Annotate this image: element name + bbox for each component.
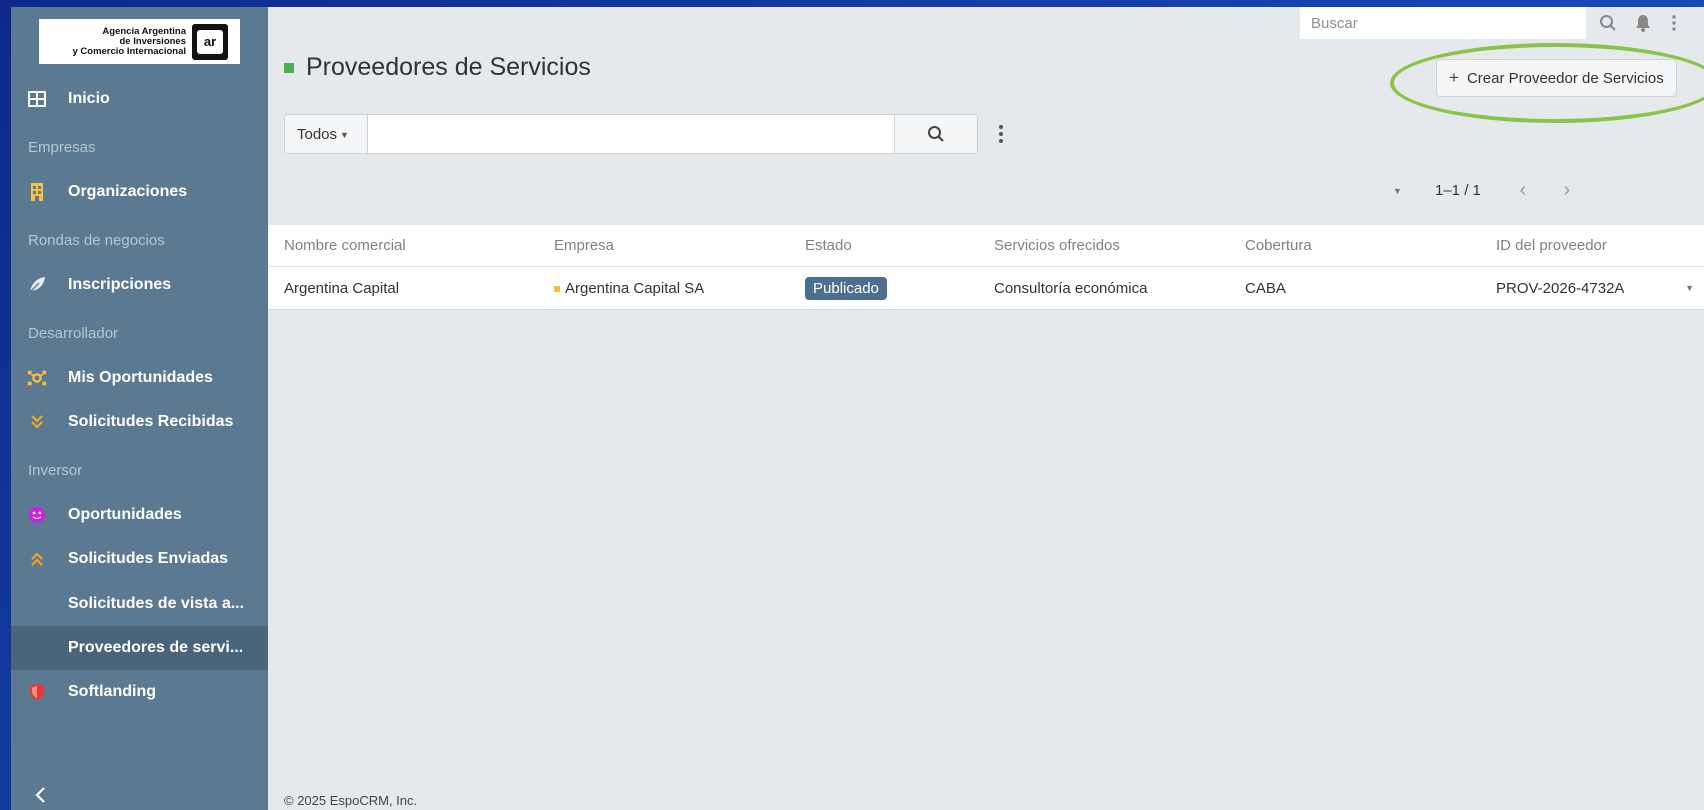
main-content: Buscar Proveedores de Servicios + Crear … (268, 7, 1704, 810)
sidebar-item-label: Softlanding (68, 683, 156, 700)
column-header[interactable]: Empresa (554, 237, 614, 254)
sidebar-item-softlanding[interactable]: Softlanding (11, 670, 268, 714)
prev-page-icon[interactable]: ‹ (1501, 179, 1545, 202)
filter-search-button[interactable] (894, 115, 977, 153)
sidebar-item-oportunidades[interactable]: Oportunidades (11, 493, 268, 537)
agency-logo[interactable]: Agencia Argentina de Inversiones y Comer… (39, 19, 240, 64)
status-badge: Publicado (805, 276, 887, 300)
sidebar-item-solicitudes-vista[interactable]: Solicitudes de vista a... (11, 582, 268, 626)
next-page-icon[interactable]: › (1545, 179, 1589, 202)
building-icon (27, 182, 47, 202)
sidebar-item-solicitudes-enviadas[interactable]: Solicitudes Enviadas (11, 537, 268, 581)
sidebar-item-label: Organizaciones (68, 183, 188, 200)
filter-bar: Todos ▼ (284, 114, 978, 154)
filter-select[interactable]: Todos ▼ (285, 115, 368, 153)
title-marker (284, 62, 294, 73)
providers-table: Nombre comercial Empresa Estado Servicio… (268, 225, 1704, 310)
app-window: Agencia Argentina de Inversiones y Comer… (11, 7, 1704, 810)
provider-id-cell: PROV-2026-4732A (1496, 279, 1625, 297)
leaf-icon (27, 275, 47, 295)
footer-copyright: © 2025 EspoCRM, Inc. (284, 793, 418, 808)
page-title: Proveedores de Servicios (284, 53, 591, 82)
shield-icon (27, 682, 47, 702)
column-header[interactable]: Cobertura (1245, 237, 1312, 254)
filter-search-input[interactable] (368, 115, 894, 153)
sidebar-item-label: Mis Oportunidades (68, 369, 213, 386)
caret-down-icon[interactable]: ▼ (1393, 186, 1415, 196)
column-header[interactable]: Nombre comercial (284, 237, 406, 254)
services-cell: Consultoría económica (994, 279, 1148, 297)
double-chevron-down-icon (27, 412, 47, 432)
section-desarrollador: Desarrollador (28, 325, 119, 342)
bell-icon[interactable] (1631, 11, 1655, 35)
sidebar-item-organizaciones[interactable]: Organizaciones (11, 170, 268, 214)
section-rondas: Rondas de negocios (28, 232, 165, 249)
create-provider-button[interactable]: + Crear Proveedor de Servicios (1436, 59, 1677, 97)
sidebar-item-label: Inicio (68, 90, 110, 107)
grid-icon (27, 89, 47, 109)
section-empresas: Empresas (28, 139, 96, 156)
filter-options-kebab-icon[interactable] (995, 123, 1007, 145)
emoji-icon (27, 505, 47, 525)
double-chevron-up-icon (27, 549, 47, 569)
sidebar-item-inscripciones[interactable]: Inscripciones (11, 263, 268, 307)
search-icon[interactable] (1596, 11, 1620, 35)
sidebar-item-label: Oportunidades (68, 506, 182, 523)
logo-mark: ar (192, 23, 228, 60)
global-search-input[interactable]: Buscar (1300, 7, 1586, 39)
chevron-left-icon (35, 787, 45, 803)
provider-name-link[interactable]: Argentina Capital (284, 280, 399, 297)
pagination: ▼ 1–1 / 1 ‹ › (1393, 179, 1589, 202)
table-header: Nombre comercial Empresa Estado Servicio… (268, 225, 1704, 267)
company-color-icon (554, 285, 560, 292)
sidebar-item-inicio[interactable]: Inicio (11, 77, 268, 121)
sidebar-item-label: Solicitudes Enviadas (68, 550, 229, 567)
pagination-text: 1–1 / 1 (1435, 182, 1481, 199)
sidebar-item-label: Solicitudes Recibidas (68, 413, 234, 430)
search-icon (928, 126, 944, 142)
sidebar-item-mis-oportunidades[interactable]: Mis Oportunidades (11, 356, 268, 400)
sidebar-item-label: Inscripciones (68, 276, 172, 293)
caret-down-icon: ▼ (340, 130, 349, 140)
column-header[interactable]: Estado (805, 237, 852, 254)
sidebar: Agencia Argentina de Inversiones y Comer… (11, 7, 268, 810)
coverage-cell: CABA (1245, 279, 1286, 297)
company-cell[interactable]: Argentina Capital SA (554, 280, 704, 297)
sidebar-item-label: Solicitudes de vista a... (68, 595, 245, 612)
collapse-sidebar-button[interactable] (25, 780, 55, 810)
column-header[interactable]: ID del proveedor (1496, 237, 1607, 254)
column-header[interactable]: Servicios ofrecidos (994, 237, 1120, 254)
menu-kebab-icon[interactable] (1662, 11, 1686, 35)
plus-icon: + (1449, 68, 1459, 87)
sidebar-item-label: Proveedores de servi... (68, 639, 244, 656)
logo-text: Agencia Argentina de Inversiones y Comer… (72, 25, 186, 57)
table-row: Argentina Capital Argentina Capital SA P… (268, 267, 1704, 309)
sidebar-item-proveedores[interactable]: Proveedores de servi... (11, 626, 268, 670)
section-inversor: Inversor (28, 462, 83, 479)
row-actions-caret-icon[interactable]: ▼ (1685, 283, 1694, 293)
sidebar-item-solicitudes-recibidas[interactable]: Solicitudes Recibidas (11, 400, 268, 444)
network-icon (27, 368, 47, 388)
